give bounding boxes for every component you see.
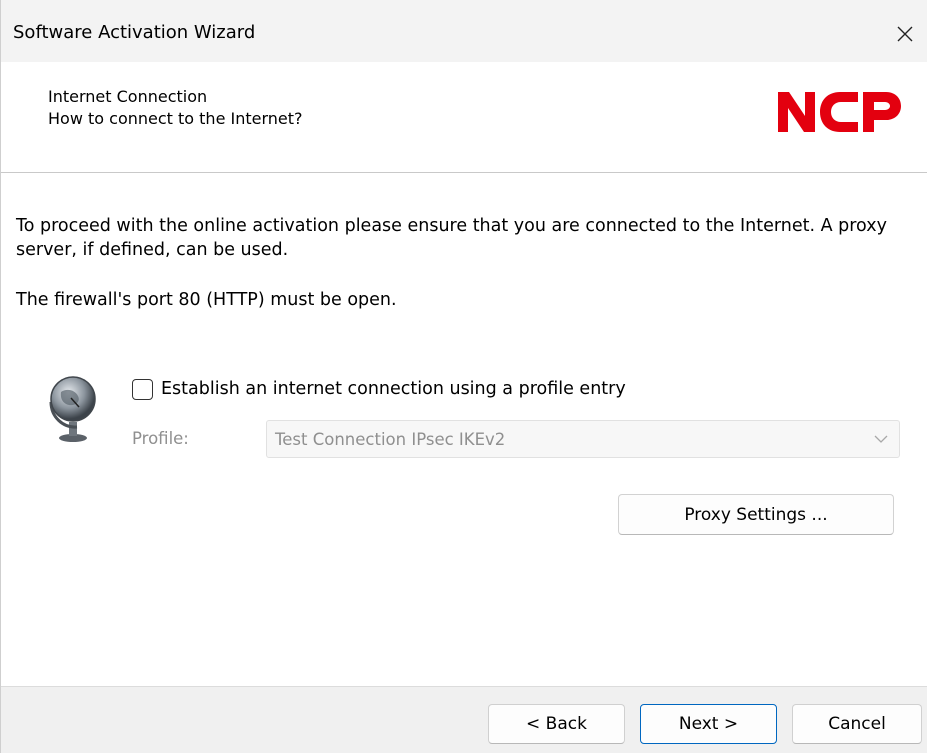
back-button[interactable]: < Back	[488, 704, 625, 744]
proxy-settings-button[interactable]: Proxy Settings ...	[618, 494, 894, 535]
port-note-text: The firewall's port 80 (HTTP) must be op…	[16, 290, 397, 310]
title-bar: Software Activation Wizard	[1, 0, 927, 62]
profile-checkbox-label[interactable]: Establish an internet connection using a…	[161, 379, 626, 399]
close-button[interactable]	[882, 14, 927, 54]
page-subtitle: How to connect to the Internet?	[48, 109, 303, 128]
globe-icon	[49, 376, 96, 442]
wizard-content: To proceed with the online activation pl…	[1, 173, 927, 686]
next-button[interactable]: Next >	[640, 704, 777, 744]
profile-select-value: Test Connection IPsec IKEv2	[275, 430, 506, 449]
window-title: Software Activation Wizard	[13, 22, 256, 43]
cancel-button[interactable]: Cancel	[792, 704, 922, 744]
profile-checkbox[interactable]	[132, 378, 153, 400]
profile-select: Test Connection IPsec IKEv2	[266, 420, 900, 458]
wizard-header: Internet Connection How to connect to th…	[1, 62, 927, 173]
profile-checkbox-row[interactable]: Establish an internet connection using a…	[132, 377, 626, 401]
chevron-down-icon	[874, 435, 888, 443]
wizard-footer: < Back Next > Cancel	[1, 686, 927, 753]
intro-text: To proceed with the online activation pl…	[16, 216, 887, 260]
close-icon	[897, 26, 913, 42]
ncp-logo	[778, 92, 901, 132]
wizard-window: Software Activation Wizard Internet Conn…	[0, 0, 927, 753]
page-title: Internet Connection	[48, 87, 208, 106]
profile-label: Profile:	[132, 429, 189, 448]
